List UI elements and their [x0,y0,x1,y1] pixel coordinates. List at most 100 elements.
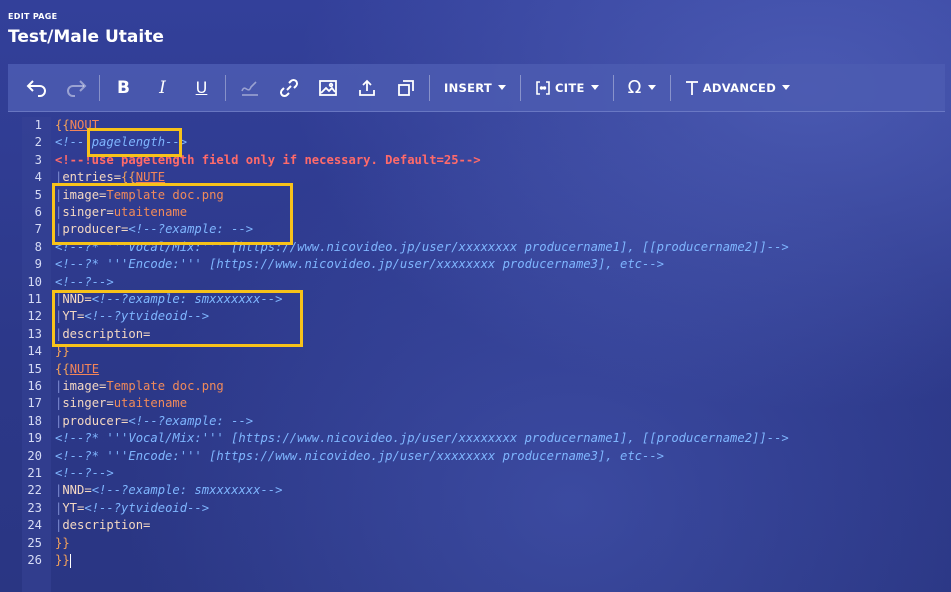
page-title: Test/Male Utaite [8,27,164,47]
toolbar-divider [99,74,100,101]
line-number: 21 [27,466,42,480]
code-token: {{ [55,118,70,132]
advanced-label: ADVANCED [702,80,777,95]
line-number: 15 [27,361,42,376]
line-number: 20 [27,448,42,463]
toolbar-divider [225,74,226,101]
code-text: |NND=<!--?example: smxxxxxxx--> [55,482,282,499]
code-token: {{ [55,361,70,376]
toolbar-divider [520,74,522,101]
code-text: |singer=utaitename [55,395,187,412]
highlight-box-template-fields [52,183,293,245]
code-token: NND= [62,483,92,498]
highlight-box-pagelength [87,128,182,157]
code-text: }} [55,535,70,552]
code-text: |image=Template doc.png [55,378,224,395]
code-token: <!--?example: --> [128,413,254,428]
line-number: 10 [27,274,42,289]
page-header: EDIT PAGE Test/Male Utaite [8,12,164,47]
image-button[interactable] [308,64,347,111]
chevron-down-icon [498,85,507,90]
signature-button[interactable] [230,64,269,111]
code-text: <!--?* '''Vocal/Mix:''' [https://www.nic… [55,430,789,447]
code-token: <!--?--> [55,466,114,480]
code-token: <!--?* '''Encode:''' [https://www.nicovi… [55,257,665,272]
text-format-icon [685,80,698,95]
line-number: 3 [34,152,42,167]
underline-button[interactable]: U [182,64,221,111]
chevron-down-icon [647,85,656,90]
redo-button[interactable] [56,64,95,111]
line-number: 14 [27,344,42,359]
upload-button[interactable] [347,64,386,111]
special-characters-menu[interactable]: Ω [618,64,666,111]
code-token: <!--?* '''Vocal/Mix:''' [https://www.nic… [55,431,789,446]
code-text: <!--?* '''Encode:''' [https://www.nicovi… [55,256,664,273]
line-number: 8 [34,239,42,254]
gallery-icon [397,79,414,96]
code-token: description= [62,518,151,533]
code-token: utaitename [113,396,188,411]
insert-label: INSERT [444,80,493,95]
undo-icon [26,79,46,97]
code-token: Template doc.png [106,379,224,393]
code-token: <!--?--> [55,274,114,289]
insert-menu[interactable]: INSERT [434,64,516,111]
code-text: <!--?--> [55,274,114,291]
cite-icon [536,80,550,95]
signature-icon [240,80,258,96]
line-number: 9 [34,257,42,272]
line-number: 22 [27,483,42,498]
line-number: 26 [27,553,42,567]
code-token: producer= [62,413,129,428]
toolbar-divider [612,74,614,101]
line-number: 23 [27,500,42,515]
upload-icon [358,79,375,96]
undo-button[interactable] [17,64,56,111]
code-token: singer= [62,396,114,411]
line-number: 16 [27,379,42,393]
code-text: }} [55,552,71,569]
gallery-button[interactable] [386,64,425,111]
chevron-down-icon [782,85,791,90]
code-token: image= [62,379,107,393]
code-text: |description= [55,517,150,534]
code-text: |producer=<!--?example: --> [55,413,253,430]
italic-button[interactable]: I [143,64,182,111]
editor-toolbar: B I U INSERT CITE Ω ADVANCED [8,64,945,112]
cite-menu[interactable]: CITE [525,64,609,111]
code-token: YT= [62,500,85,515]
code-text: {{NUTE [55,361,99,378]
redo-icon [66,79,86,97]
code-token: }} [55,553,70,567]
line-number: 18 [27,413,42,428]
link-icon [279,78,298,97]
line-number: 25 [27,535,42,550]
code-token: <!--?example: smxxxxxxx--> [91,483,283,498]
line-number: 17 [27,396,42,411]
toolbar-divider [429,74,430,101]
text-cursor [69,553,71,568]
code-token: }} [55,535,70,550]
code-token: <!--?ytvideoid--> [84,500,210,515]
chevron-down-icon [590,85,599,90]
code-token: <!--?* '''Encode:''' [https://www.nicovi… [55,448,665,463]
bold-button[interactable]: B [104,64,143,111]
toolbar-divider [669,74,671,101]
highlight-box-media-fields [52,290,303,347]
omega-icon: Ω [627,77,642,98]
line-number: 7 [34,222,42,237]
code-token: <!-- [55,135,85,150]
advanced-menu[interactable]: ADVANCED [675,64,800,111]
line-number: 6 [34,205,42,219]
line-number: 5 [34,187,42,202]
cite-label: CITE [555,80,585,95]
edit-page-label: EDIT PAGE [8,12,58,21]
line-number: 11 [27,292,42,306]
code-text: <!--?* '''Encode:''' [https://www.nicovi… [55,448,664,465]
line-number: 13 [27,326,42,341]
image-icon [318,79,337,96]
line-number: 12 [27,309,42,324]
code-token: NUTE [69,361,100,376]
link-button[interactable] [269,64,308,111]
